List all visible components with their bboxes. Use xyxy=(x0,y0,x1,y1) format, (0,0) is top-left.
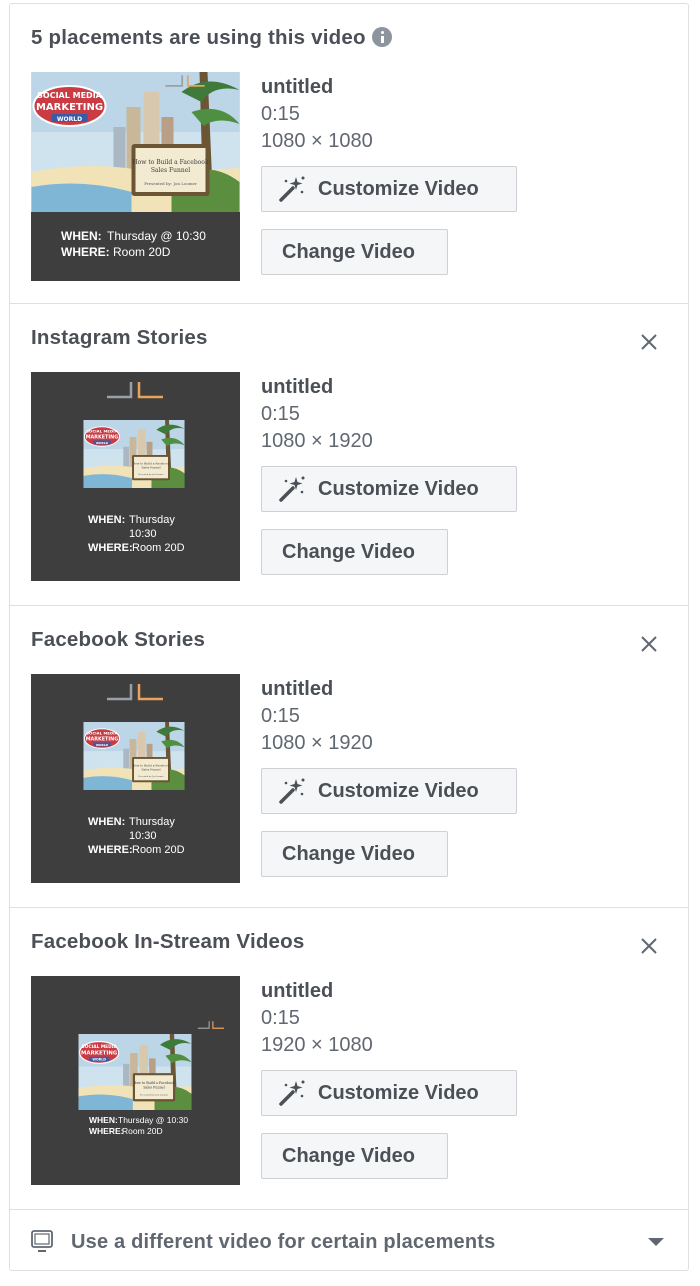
close-icon[interactable] xyxy=(640,937,658,955)
change-video-label: Change Video xyxy=(282,540,415,563)
magic-wand-icon xyxy=(279,176,305,202)
info-icon[interactable] xyxy=(371,27,392,47)
thumb-when-value: Thursday @ 10:30 xyxy=(118,1115,188,1125)
customize-video-button[interactable]: Customize Video xyxy=(261,1070,517,1116)
video-meta: untitled 0:15 1920 × 1080 xyxy=(261,978,373,1059)
video-duration: 0:15 xyxy=(261,1007,300,1029)
change-video-button[interactable]: Change Video xyxy=(261,529,448,575)
placements-count-title: 5 placements are using this video xyxy=(31,26,366,49)
placement-section-facebook-stories: Facebook Stories WHEN: Thursday 10:30 WH… xyxy=(10,606,688,908)
thumb-when-label: WHEN: xyxy=(88,514,125,526)
caret-down-icon[interactable] xyxy=(648,1238,664,1246)
close-icon[interactable] xyxy=(640,635,658,653)
video-thumbnail: WHEN: Thursday 10:30 WHERE: Room 20D xyxy=(31,674,240,883)
magic-wand-icon xyxy=(279,778,305,804)
video-duration: 0:15 xyxy=(261,705,300,727)
change-video-label: Change Video xyxy=(282,240,415,263)
section-title: 5 placements are using this video xyxy=(31,26,392,50)
thumbnail-image: WHEN: Thursday @ 10:30 WHERE: Room 20D xyxy=(31,976,240,1185)
customize-video-label: Customize Video xyxy=(318,477,479,500)
thumb-where-value: Room 20D xyxy=(132,542,185,554)
change-video-button[interactable]: Change Video xyxy=(261,229,448,275)
section-title: Facebook Stories xyxy=(31,628,206,651)
section-title: Instagram Stories xyxy=(31,326,208,349)
magic-wand-icon xyxy=(279,476,305,502)
thumb-when-label: WHEN: xyxy=(88,816,125,828)
video-thumbnail: WHEN: Thursday 10:30 WHERE: Room 20D xyxy=(31,372,240,581)
thumb-when-value: Thursday xyxy=(129,514,175,526)
thumb-when-value: Thursday xyxy=(129,816,175,828)
thumb-where-value: Room 20D xyxy=(132,844,185,856)
thumb-where-label: WHERE: xyxy=(89,1126,124,1136)
video-thumbnail: WHEN: Thursday @ 10:30 WHERE: Room 20D xyxy=(31,976,240,1185)
video-meta: untitled 0:15 1080 × 1920 xyxy=(261,374,373,455)
video-meta: untitled 0:15 1080 × 1920 xyxy=(261,676,373,757)
close-icon[interactable] xyxy=(640,333,658,351)
thumbnail-image: WHEN: Thursday 10:30 WHERE: Room 20D xyxy=(31,372,240,581)
change-video-button[interactable]: Change Video xyxy=(261,1133,448,1179)
change-video-label: Change Video xyxy=(282,842,415,865)
magic-wand-icon xyxy=(279,1080,305,1106)
customize-video-label: Customize Video xyxy=(318,779,479,802)
video-name: untitled xyxy=(261,678,334,700)
video-thumbnail: WHEN: Thursday @ 10:30 WHERE: Room 20D xyxy=(31,72,240,281)
thumb-where-label: WHERE: xyxy=(88,844,133,856)
video-duration: 0:15 xyxy=(261,103,300,125)
thumb-when-time: 10:30 xyxy=(129,528,157,540)
thumb-when-time: 10:30 xyxy=(129,830,157,842)
video-name: untitled xyxy=(261,980,334,1002)
section-title: Facebook In-Stream Videos xyxy=(31,930,305,953)
video-meta: untitled 0:15 1080 × 1080 xyxy=(261,74,373,155)
monitor-icon xyxy=(31,1230,53,1252)
thumb-where-label: WHERE: xyxy=(61,245,110,259)
video-dimensions: 1080 × 1920 xyxy=(261,732,373,754)
customize-video-label: Customize Video xyxy=(318,177,479,200)
customize-video-button[interactable]: Customize Video xyxy=(261,768,517,814)
placement-section-facebook-in-stream: Facebook In-Stream Videos WHEN: Thursday… xyxy=(10,908,688,1210)
placement-section-instagram-stories: Instagram Stories WHEN: Thursday 10:30 W… xyxy=(10,304,688,606)
thumb-when-label: WHEN: xyxy=(61,229,102,243)
thumb-where-value: Room 20D xyxy=(113,245,171,259)
thumbnail-image: WHEN: Thursday @ 10:30 WHERE: Room 20D xyxy=(31,72,240,281)
video-dimensions: 1080 × 1080 xyxy=(261,130,373,152)
placement-section-default: 5 placements are using this video WHEN: … xyxy=(10,4,688,304)
customize-video-button[interactable]: Customize Video xyxy=(261,466,517,512)
video-name: untitled xyxy=(261,376,334,398)
change-video-button[interactable]: Change Video xyxy=(261,831,448,877)
customize-video-label: Customize Video xyxy=(318,1081,479,1104)
video-dimensions: 1080 × 1920 xyxy=(261,430,373,452)
video-placements-panel: 5 placements are using this video WHEN: … xyxy=(9,3,689,1271)
video-duration: 0:15 xyxy=(261,403,300,425)
thumbnail-image: WHEN: Thursday 10:30 WHERE: Room 20D xyxy=(31,674,240,883)
change-video-label: Change Video xyxy=(282,1144,415,1167)
thumb-when-value: Thursday @ 10:30 xyxy=(107,229,206,243)
use-different-video-label: Use a different video for certain placem… xyxy=(71,1231,496,1253)
thumb-where-value: Room 20D xyxy=(122,1126,163,1136)
video-dimensions: 1920 × 1080 xyxy=(261,1034,373,1056)
customize-video-button[interactable]: Customize Video xyxy=(261,166,517,212)
use-different-video-toggle[interactable]: Use a different video for certain placem… xyxy=(10,1210,688,1270)
thumb-where-label: WHERE: xyxy=(88,542,133,554)
thumb-when-label: WHEN: xyxy=(89,1115,118,1125)
video-name: untitled xyxy=(261,76,334,98)
